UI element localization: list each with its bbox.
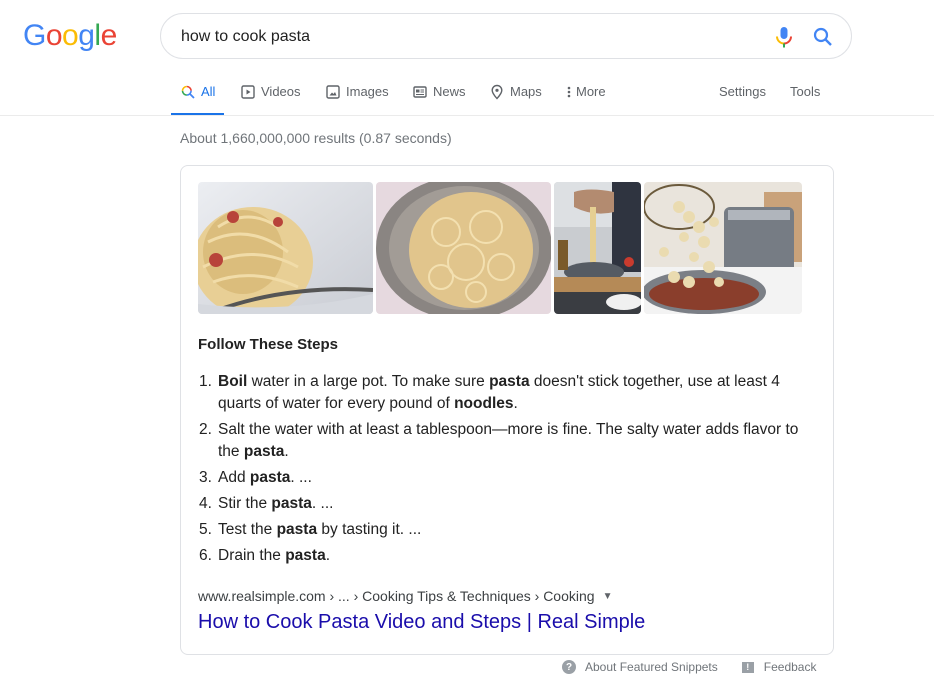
- play-icon: [240, 84, 256, 100]
- snippet-image-1[interactable]: [198, 182, 373, 314]
- step-item: 1. Boil water in a large pot. To make sur…: [198, 371, 818, 415]
- step-text: .: [325, 547, 331, 564]
- feedback-label: Feedback: [763, 660, 817, 674]
- step-text: Add: [218, 469, 250, 486]
- step-number: 1.: [199, 373, 212, 390]
- tab-videos[interactable]: Videos: [240, 80, 301, 116]
- step-text: .: [284, 443, 289, 460]
- step-bold-text: noodles: [454, 395, 514, 412]
- step-number: 6.: [199, 547, 212, 564]
- logo-letter: o: [45, 19, 63, 52]
- help-icon: ?: [562, 660, 576, 674]
- step-text: Test the: [218, 521, 277, 538]
- logo-letter: o: [62, 19, 79, 52]
- map-pin-icon: [489, 84, 505, 100]
- step-item: 3. Add pasta. ...: [198, 467, 818, 489]
- about-featured-snippets-link[interactable]: ? About Featured Snippets: [562, 660, 718, 674]
- tab-more[interactable]: More: [565, 80, 606, 116]
- step-bold-text: pasta: [271, 495, 312, 512]
- step-bold-text: pasta: [243, 443, 285, 460]
- step-bold-text: pasta: [489, 373, 530, 390]
- tab-all-label: All: [201, 84, 216, 99]
- caret-down-icon[interactable]: ▼: [603, 591, 613, 602]
- tab-images-label: Images: [346, 84, 389, 99]
- feedback-link[interactable]: ! Feedback: [741, 660, 817, 674]
- logo-letter: G: [23, 19, 46, 52]
- snippet-image-3[interactable]: [554, 182, 641, 314]
- step-bold-text: Boil: [218, 373, 248, 390]
- feedback-icon: !: [741, 661, 754, 673]
- step-text: .: [513, 395, 518, 412]
- result-breadcrumb: www.realsimple.com › ... › Cooking Tips …: [198, 588, 612, 604]
- tools-link[interactable]: Tools: [790, 80, 820, 116]
- featured-snippet: Follow These Steps 1. Boil water in a lar…: [180, 165, 834, 655]
- steps-list: 1. Boil water in a large pot. To make sur…: [198, 371, 818, 571]
- search-tabs: All Videos Images News Maps More Setting…: [170, 80, 840, 116]
- step-text: Drain the: [218, 547, 286, 564]
- tab-news[interactable]: News: [412, 80, 466, 116]
- search-input[interactable]: [181, 25, 741, 49]
- result-url: www.realsimple.com › ... › Cooking Tips …: [198, 588, 595, 604]
- tab-more-label: More: [576, 84, 606, 99]
- microphone-icon[interactable]: [773, 25, 795, 49]
- step-bold-text: pasta: [249, 469, 291, 486]
- tab-all[interactable]: All: [170, 80, 226, 116]
- step-text: by tasting it. ...: [317, 521, 422, 538]
- more-vert-icon: [565, 84, 573, 100]
- tab-news-label: News: [433, 84, 466, 99]
- google-logo[interactable]: Google: [23, 19, 117, 53]
- header-divider: [0, 115, 934, 116]
- step-text: Stir the: [218, 495, 272, 512]
- step-number: 5.: [199, 521, 212, 538]
- step-item: 2. Salt the water with at least a tablesp…: [198, 419, 818, 463]
- snippet-image-2[interactable]: [376, 182, 551, 314]
- tools-label: Tools: [790, 84, 821, 99]
- step-text: Salt the water with at least a tablespoo…: [218, 421, 799, 460]
- settings-label: Settings: [719, 84, 766, 99]
- step-text: . ...: [290, 469, 312, 486]
- search-icon[interactable]: [811, 25, 835, 49]
- snippet-image-4[interactable]: [644, 182, 802, 314]
- step-text: . ...: [311, 495, 334, 512]
- step-bold-text: pasta: [285, 547, 326, 564]
- step-text: water in a large pot. To make sure: [247, 373, 490, 390]
- logo-letter: g: [78, 19, 95, 52]
- tab-maps-label: Maps: [510, 84, 542, 99]
- result-title-link[interactable]: How to Cook Pasta Video and Steps | Real…: [198, 611, 645, 634]
- about-featured-snippets-label: About Featured Snippets: [585, 660, 718, 674]
- step-item: 4. Stir the pasta. ...: [198, 493, 818, 515]
- step-number: 2.: [199, 421, 212, 438]
- snippet-title: Follow These Steps: [198, 336, 339, 353]
- tab-videos-label: Videos: [261, 84, 301, 99]
- search-icon: [180, 84, 196, 100]
- step-item: 6. Drain the pasta.: [198, 545, 818, 567]
- step-bold-text: pasta: [276, 521, 318, 538]
- newspaper-icon: [412, 84, 428, 100]
- image-icon: [325, 84, 341, 100]
- step-number: 4.: [199, 495, 212, 512]
- tab-images[interactable]: Images: [325, 80, 389, 116]
- settings-link[interactable]: Settings: [719, 80, 766, 116]
- search-box: [160, 13, 852, 59]
- tab-maps[interactable]: Maps: [489, 80, 542, 116]
- snippet-footer: ? About Featured Snippets ! Feedback: [562, 660, 816, 674]
- step-number: 3.: [199, 469, 212, 486]
- step-item: 5. Test the pasta by tasting it. ...: [198, 519, 818, 541]
- logo-letter: e: [100, 19, 118, 52]
- result-stats: About 1,660,000,000 results (0.87 second…: [180, 130, 452, 146]
